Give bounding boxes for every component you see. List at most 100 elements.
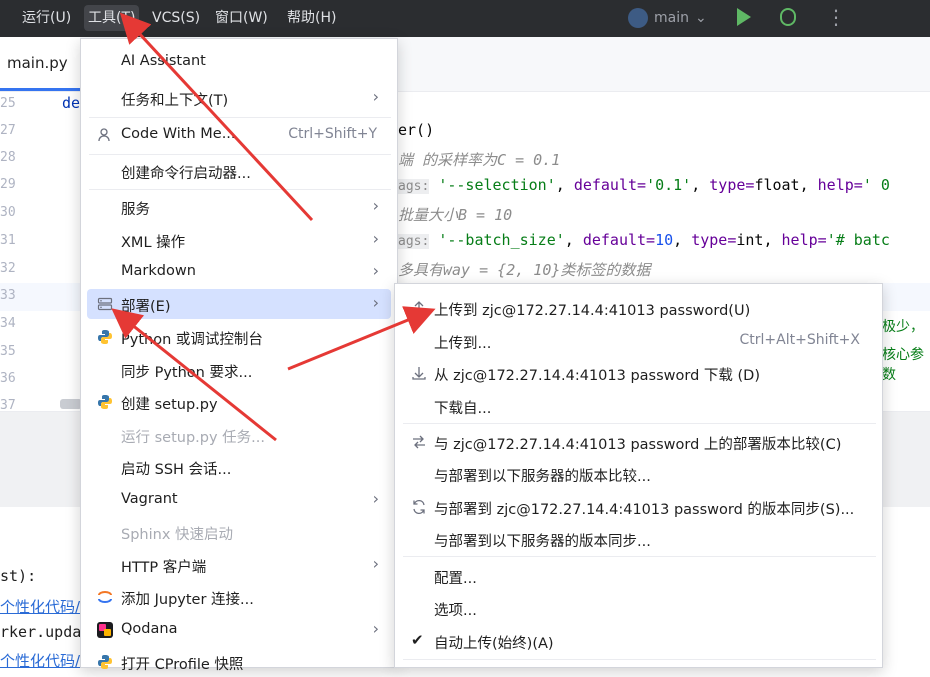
menu-separator	[403, 423, 876, 424]
menu-tools[interactable]: 工具(T)	[84, 5, 140, 31]
compare-icon	[411, 434, 427, 450]
menu-item-label: 创建命令行启动器...	[121, 166, 251, 182]
more-vertical-icon[interactable]: ⋮	[826, 4, 846, 30]
code-comment: 多具有way = {2, 10}类标签的数据	[398, 261, 651, 279]
line-number: 33	[0, 288, 16, 303]
console-link[interactable]: 个性化代码/	[0, 596, 80, 617]
menu-item-label: 运行 setup.py 任务...	[121, 430, 265, 446]
menu-separator	[89, 117, 391, 118]
line-number: 34	[0, 316, 16, 331]
line-number: 29	[0, 177, 16, 192]
code-token: help=	[817, 176, 863, 194]
menu-item-label: 启动 SSH 会话...	[121, 462, 232, 478]
code-line: ags: '--batch_size', default=10, type=in…	[398, 231, 890, 249]
menu-window[interactable]: 窗口(W)	[211, 5, 272, 31]
line-number: 27	[0, 123, 16, 138]
qodana-icon	[97, 622, 113, 638]
submenu-item-upload-to-server[interactable]: 上传到 zjc@172.27.14.4:41013 password(U)	[401, 293, 876, 323]
menu-item-sync-requirements[interactable]: 同步 Python 要求...	[87, 355, 391, 385]
submenu-item-label: 与部署到以下服务器的版本同步...	[434, 534, 651, 550]
line-number: 32	[0, 261, 16, 276]
menu-item-label: Qodana	[121, 621, 178, 637]
menu-item-ai-assistant[interactable]: AI Assistant	[87, 47, 391, 77]
chevron-down-icon: ⌄	[694, 10, 707, 26]
menu-item-services[interactable]: 服务 ›	[87, 192, 391, 222]
code-token: ,	[673, 231, 692, 249]
tab-label: main.py	[7, 54, 68, 72]
menu-item-create-launcher[interactable]: 创建命令行启动器...	[87, 156, 391, 186]
branch-selector[interactable]: main ⌄	[628, 5, 707, 31]
menu-item-deployment[interactable]: 部署(E) ›	[87, 289, 391, 319]
run-icon[interactable]	[737, 8, 751, 26]
chevron-right-icon: ›	[372, 229, 379, 248]
menu-item-label: HTTP 客户端	[121, 560, 207, 576]
code-token: ,	[799, 176, 818, 194]
upload-icon	[411, 300, 427, 316]
menu-item-label: 部署(E)	[121, 299, 171, 315]
menu-help[interactable]: 帮助(H)	[283, 5, 340, 31]
menu-item-start-ssh[interactable]: 启动 SSH 会话...	[87, 452, 391, 482]
line-number: 28	[0, 150, 16, 165]
submenu-item-configuration[interactable]: 配置...	[401, 561, 876, 591]
python-icon	[97, 329, 113, 345]
console-line: st):	[0, 567, 37, 585]
code-token: default=	[573, 176, 647, 194]
submenu-item-options[interactable]: 选项...	[401, 593, 876, 623]
submenu-item-sync-deployed[interactable]: 与部署到 zjc@172.27.14.4:41013 password 的版本同…	[401, 492, 876, 522]
console-line: rker.upda	[0, 623, 82, 641]
code-token: int	[736, 231, 764, 249]
menu-item-markdown[interactable]: Markdown ›	[87, 257, 391, 287]
menu-item-label: 添加 Jupyter 连接...	[121, 592, 254, 608]
menu-item-tasks-context[interactable]: 任务和上下文(T) ›	[87, 83, 391, 113]
menu-item-run-setup-task: 运行 setup.py 任务...	[87, 420, 391, 450]
submenu-item-compare-with-server[interactable]: 与部署到以下服务器的版本比较...	[401, 459, 876, 489]
submenu-item-label: 配置...	[434, 571, 477, 587]
submenu-item-label: 与部署到 zjc@172.27.14.4:41013 password 的版本同…	[434, 502, 855, 518]
menu-item-label: 创建 setup.py	[121, 397, 218, 413]
menu-item-label: 服务	[121, 202, 150, 218]
line-number: 30	[0, 205, 16, 220]
submenu-item-auto-upload[interactable]: ✔ 自动上传(始终)(A)	[401, 626, 876, 656]
debug-icon[interactable]	[780, 8, 796, 26]
submenu-item-compare-deployed[interactable]: 与 zjc@172.27.14.4:41013 password 上的部署版本比…	[401, 427, 876, 457]
code-line: er()	[398, 121, 435, 139]
menu-run[interactable]: 运行(U)	[18, 5, 75, 31]
menu-item-qodana[interactable]: Qodana ›	[87, 615, 391, 645]
code-fragment: 核心参数	[882, 347, 924, 383]
code-token: ,	[564, 231, 583, 249]
menu-item-open-cprofile[interactable]: 打开 CProfile 快照	[87, 647, 391, 677]
main-menu-bar: 运行(U) 工具(T) VCS(S) 窗口(W) 帮助(H) main ⌄ ⋮	[0, 0, 930, 37]
menu-item-create-setup-py[interactable]: 创建 setup.py	[87, 387, 391, 417]
code-token: ,	[763, 231, 782, 249]
menu-item-add-jupyter[interactable]: 添加 Jupyter 连接...	[87, 582, 391, 612]
submenu-item-download-from[interactable]: 下载自...	[401, 391, 876, 421]
menu-item-label: Code With Me...	[121, 126, 236, 142]
chevron-right-icon: ›	[372, 489, 379, 508]
code-line: ags: '--selection', default='0.1', type=…	[398, 176, 890, 194]
python-icon	[628, 8, 648, 28]
jupyter-icon	[97, 589, 113, 605]
submenu-item-sync-with-server[interactable]: 与部署到以下服务器的版本同步...	[401, 524, 876, 554]
menu-item-http-client[interactable]: HTTP 客户端 ›	[87, 550, 391, 580]
python-icon	[97, 394, 113, 410]
submenu-item-label: 上传到...	[434, 336, 492, 352]
menu-item-vagrant[interactable]: Vagrant ›	[87, 485, 391, 515]
code-token: ,	[691, 176, 710, 194]
menu-item-xml-actions[interactable]: XML 操作 ›	[87, 225, 391, 255]
tools-menu: AI Assistant 任务和上下文(T) › Code With Me...…	[80, 38, 398, 673]
menu-item-label: Sphinx 快速启动	[121, 527, 234, 543]
code-token: float	[754, 176, 800, 194]
horizontal-scrollbar[interactable]	[60, 399, 82, 409]
menu-vcs[interactable]: VCS(S)	[148, 5, 204, 31]
submenu-item-label: 与部署到以下服务器的版本比较...	[434, 469, 651, 485]
menu-item-code-with-me[interactable]: Code With Me... Ctrl+Shift+Y	[87, 120, 391, 150]
menu-item-python-console[interactable]: Python 或调试控制台	[87, 322, 391, 352]
submenu-item-upload-to[interactable]: 上传到... Ctrl+Alt+Shift+X	[401, 326, 876, 356]
chevron-right-icon: ›	[372, 196, 379, 215]
menu-item-label: 打开 CProfile 快照	[121, 657, 244, 673]
menu-item-label: 任务和上下文(T)	[121, 93, 229, 109]
tab-main-py[interactable]: main.py	[0, 37, 80, 91]
code-line: de	[62, 94, 80, 112]
submenu-item-shortcut: Ctrl+Alt+Shift+X	[739, 332, 860, 348]
submenu-item-download-from-server[interactable]: 从 zjc@172.27.14.4:41013 password 下载 (D)	[401, 358, 876, 388]
